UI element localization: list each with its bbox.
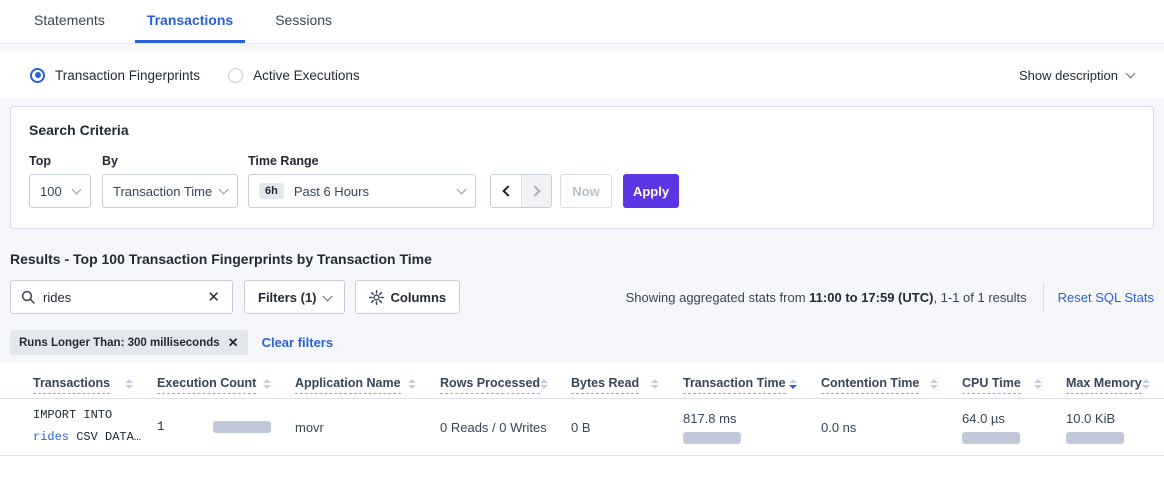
tab-transactions[interactable]: Transactions [135, 0, 245, 43]
chevron-right-icon [529, 185, 540, 196]
now-button[interactable]: Now [560, 174, 612, 208]
top-label: Top [29, 154, 91, 168]
clear-filters-link[interactable]: Clear filters [262, 335, 334, 350]
show-description-toggle[interactable]: Show description [1019, 68, 1134, 83]
view-toggle-row: Transaction Fingerprints Active Executio… [0, 52, 1164, 98]
filter-chip[interactable]: Runs Longer Than: 300 milliseconds ✕ [10, 330, 248, 355]
radio-unselected-icon[interactable] [228, 68, 243, 83]
by-select[interactable]: Transaction Time [102, 174, 238, 208]
radio-selected-icon[interactable] [30, 68, 45, 83]
filters-button[interactable]: Filters (1) [244, 280, 345, 314]
highlighted-keyword: rides [33, 430, 69, 444]
columns-button[interactable]: Columns [355, 280, 461, 314]
radio-label: Active Executions [253, 68, 360, 83]
gear-icon [369, 290, 384, 305]
transaction-time-cell: 817.8 ms [683, 411, 821, 444]
contention-time-cell: 0.0 ns [821, 420, 962, 435]
results-table: Transactions Execution Count Application… [0, 363, 1164, 501]
tab-sessions[interactable]: Sessions [263, 0, 344, 43]
by-select-value: Transaction Time [113, 184, 212, 199]
cpu-time-bar [962, 432, 1020, 444]
sort-icon[interactable] [408, 379, 416, 389]
application-name-cell: movr [295, 420, 440, 435]
search-criteria-card: Search Criteria Top 100 By Transaction T… [10, 106, 1154, 229]
rows-processed-cell: 0 Reads / 0 Writes [440, 420, 571, 435]
time-range-value: Past 6 Hours [294, 184, 369, 199]
filter-chip-label: Runs Longer Than: 300 milliseconds [19, 337, 220, 349]
next-time-window-button[interactable] [521, 175, 551, 207]
results-title: Results - Top 100 Transaction Fingerprin… [10, 251, 1154, 267]
chevron-down-icon [72, 184, 82, 194]
top-tab-bar: Statements Transactions Sessions [0, 0, 1164, 44]
cpu-time-cell: 64.0 µs [962, 411, 1066, 444]
time-range-select[interactable]: 6h Past 6 Hours [248, 174, 476, 208]
aggregated-stats-text: Showing aggregated stats from 11:00 to 1… [626, 290, 1027, 305]
clear-search-icon[interactable]: ✕ [205, 290, 222, 305]
column-header-bytes-read[interactable]: Bytes Read [571, 376, 683, 398]
by-label: By [102, 154, 238, 168]
column-header-execution-count[interactable]: Execution Count [157, 376, 295, 398]
max-memory-cell: 10.0 KiB [1066, 411, 1164, 444]
column-header-cpu-time[interactable]: CPU Time [962, 376, 1066, 398]
transactions-page: Statements Transactions Sessions Transac… [0, 0, 1164, 501]
column-header-transaction-time[interactable]: Transaction Time [683, 376, 821, 398]
chevron-down-icon [457, 184, 467, 194]
chevron-down-icon [322, 291, 332, 301]
sort-icon[interactable] [540, 379, 548, 389]
top-select-value: 100 [40, 184, 62, 199]
execution-count-bar [213, 421, 271, 433]
sort-icon[interactable] [125, 379, 133, 389]
top-select[interactable]: 100 [29, 174, 91, 208]
results-controls: ✕ Filters (1) Columns Showing aggregated… [10, 280, 1154, 314]
max-memory-bar [1066, 432, 1124, 444]
bytes-read-cell: 0 B [571, 420, 683, 435]
columns-label: Columns [391, 290, 447, 305]
apply-button[interactable]: Apply [623, 174, 679, 208]
table-header-row: Transactions Execution Count Application… [0, 363, 1164, 399]
time-window-arrows [490, 174, 552, 208]
search-icon [21, 290, 35, 304]
sort-icon[interactable] [651, 379, 659, 389]
chevron-down-icon [1126, 68, 1136, 78]
vertical-divider [1043, 282, 1044, 312]
table-row: IMPORT INTO rides CSV DATA… 1 movr 0 Rea… [0, 399, 1164, 456]
chevron-left-icon [502, 185, 513, 196]
column-header-application-name[interactable]: Application Name [295, 376, 440, 398]
remove-filter-icon[interactable]: ✕ [228, 335, 239, 351]
radio-active-executions[interactable]: Active Executions [228, 68, 360, 83]
sort-icon[interactable] [1034, 379, 1042, 389]
column-header-contention-time[interactable]: Contention Time [821, 376, 962, 398]
chevron-down-icon [219, 184, 229, 194]
previous-time-window-button[interactable] [491, 175, 521, 207]
active-filters-row: Runs Longer Than: 300 milliseconds ✕ Cle… [10, 330, 1154, 355]
transaction-time-bar [683, 432, 741, 444]
search-box: ✕ [10, 280, 233, 314]
search-input[interactable] [43, 290, 205, 305]
show-description-label: Show description [1019, 68, 1118, 83]
execution-count-cell: 1 [157, 420, 295, 434]
column-header-rows-processed[interactable]: Rows Processed [440, 376, 571, 398]
sort-icon[interactable] [789, 379, 797, 389]
column-header-max-memory[interactable]: Max Memory [1066, 376, 1164, 398]
search-criteria-title: Search Criteria [29, 122, 1135, 138]
radio-transaction-fingerprints[interactable]: Transaction Fingerprints [30, 68, 200, 83]
column-header-transactions[interactable]: Transactions [33, 376, 157, 398]
time-range-badge: 6h [259, 183, 284, 199]
sort-icon[interactable] [1142, 379, 1150, 389]
tab-statements[interactable]: Statements [22, 0, 117, 43]
time-range-label: Time Range [248, 154, 476, 168]
sort-icon[interactable] [930, 379, 938, 389]
radio-label: Transaction Fingerprints [55, 68, 200, 83]
transaction-fingerprint-cell[interactable]: IMPORT INTO rides CSV DATA… [33, 405, 157, 448]
reset-sql-stats-link[interactable]: Reset SQL Stats [1058, 290, 1154, 305]
sort-icon[interactable] [263, 379, 271, 389]
filters-label: Filters (1) [258, 290, 317, 305]
